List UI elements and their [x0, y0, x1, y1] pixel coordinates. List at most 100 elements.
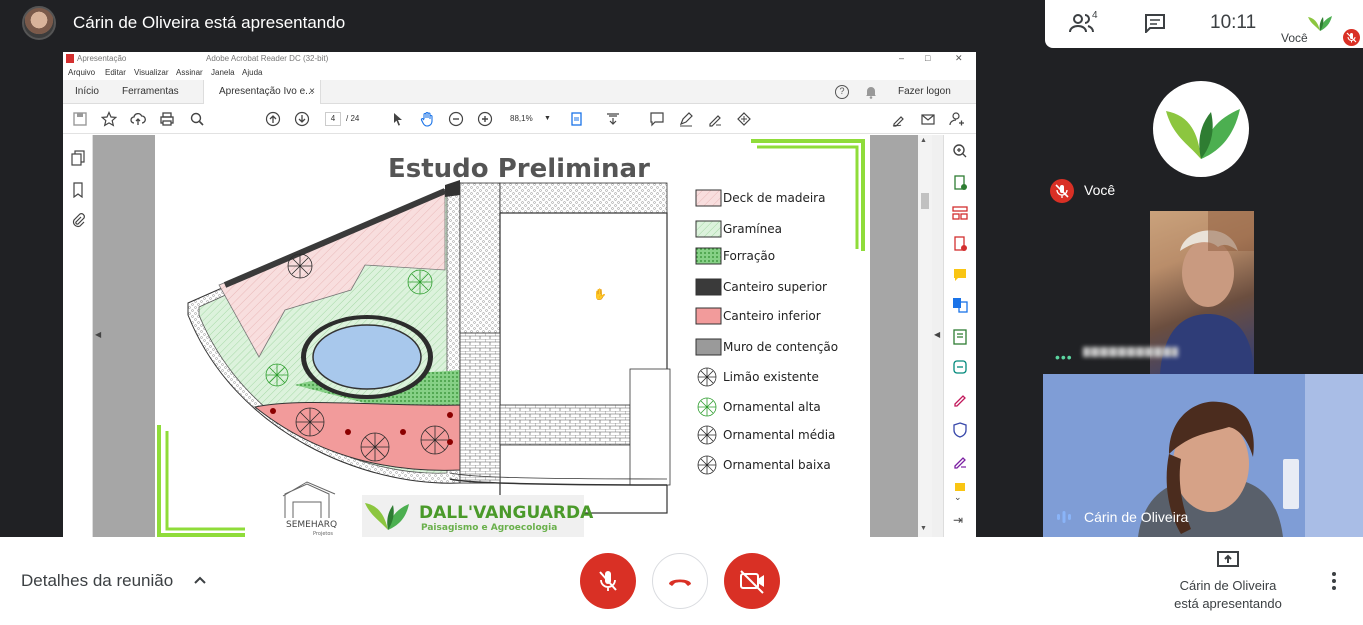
toggle-mic-button[interactable]: [580, 553, 636, 609]
minimize-button[interactable]: –: [899, 53, 904, 63]
site-plan-drawing: Estudo Preliminar ✋ Deck de madeiraGramí…: [157, 139, 865, 537]
chat-icon[interactable]: [1144, 13, 1166, 35]
stamp-icon[interactable]: [736, 111, 752, 127]
legend-swatch: [695, 189, 722, 207]
presenter-bar: Cárin de Oliveira está apresentando: [0, 0, 1040, 48]
select-cursor-icon[interactable]: [390, 111, 406, 127]
presenting-name: Cárin de Oliveira: [1179, 578, 1277, 593]
zoom-select[interactable]: 88,1% ▼: [505, 112, 551, 126]
pages-icon[interactable]: [71, 150, 85, 166]
presenter-avatar: [22, 6, 56, 40]
edit-pdf-icon[interactable]: [952, 329, 968, 345]
scan-icon[interactable]: [952, 359, 968, 375]
comment-icon[interactable]: [649, 111, 665, 127]
vertical-scrollbar[interactable]: ▲ ▼: [918, 135, 932, 537]
cloud-upload-icon[interactable]: [130, 111, 146, 127]
legend-tree-symbol: [697, 367, 717, 387]
zoom-out-icon[interactable]: [448, 111, 464, 127]
dallvanguarda-sub: Paisagismo e Agroecologia: [421, 523, 557, 533]
toggle-camera-button[interactable]: [724, 553, 780, 609]
tab-inicio[interactable]: Início: [75, 80, 99, 104]
present-screen-icon[interactable]: [1216, 550, 1240, 570]
tile-participant-3[interactable]: Cárin de Oliveira: [1043, 374, 1363, 537]
menu-arquivo[interactable]: Arquivo: [68, 68, 95, 77]
acrobat-menubar: Arquivo Editar Visualizar Assinar Janela…: [63, 66, 976, 79]
page-down-icon[interactable]: [294, 111, 310, 127]
star-icon[interactable]: [100, 111, 118, 127]
clock: 10:11: [1210, 12, 1257, 33]
login-button[interactable]: Fazer logon: [898, 80, 951, 104]
tile-participant-2[interactable]: •••: [1043, 211, 1363, 374]
cursor-hand-icon: ✋: [593, 288, 607, 301]
meeting-details-button[interactable]: Detalhes da reunião: [21, 571, 173, 591]
page-up-icon[interactable]: [265, 111, 281, 127]
chevron-up-icon[interactable]: [192, 572, 208, 588]
protect-icon[interactable]: [952, 422, 968, 438]
legend-label: Muro de contenção: [723, 340, 838, 354]
bell-icon[interactable]: [865, 85, 877, 99]
menu-editar[interactable]: Editar: [105, 68, 126, 77]
zoom-tool-icon[interactable]: [952, 143, 968, 159]
create-pdf-icon[interactable]: [952, 236, 968, 252]
sign-icon[interactable]: [891, 111, 907, 127]
legend-tree-symbol: [697, 397, 717, 417]
legend-label: Forração: [723, 249, 775, 263]
menu-janela[interactable]: Janela: [211, 68, 235, 77]
send-sign-icon[interactable]: [952, 453, 968, 469]
share-user-icon[interactable]: [949, 111, 965, 127]
dallvanguarda-name: DALL'VANGUARDA: [419, 503, 594, 523]
maximize-button[interactable]: □: [925, 53, 930, 63]
tab-document[interactable]: Apresentação Ivo e... ×: [203, 80, 321, 104]
scroll-thumb[interactable]: [921, 193, 929, 209]
menu-assinar[interactable]: Assinar: [176, 68, 203, 77]
legend-swatch: [695, 220, 722, 238]
close-window-button[interactable]: ✕: [955, 53, 963, 64]
menu-visualizar[interactable]: Visualizar: [134, 68, 169, 77]
scroll-mode-icon[interactable]: [605, 111, 621, 127]
mic-off-icon: [599, 571, 617, 591]
scroll-down-icon[interactable]: ▼: [920, 525, 927, 532]
tab-close-icon[interactable]: ×: [309, 80, 315, 104]
info-bar: 4 10:11 Você: [1045, 0, 1363, 48]
attachment-icon[interactable]: [71, 212, 85, 228]
participant-2-name-blurred: [1083, 347, 1178, 357]
collapse-right-icon[interactable]: ◀: [934, 330, 940, 339]
tab-ferramentas[interactable]: Ferramentas: [122, 80, 179, 104]
fit-page-icon[interactable]: [569, 111, 585, 127]
page-number-input[interactable]: 4: [325, 112, 341, 126]
acrobat-app-icon: [66, 54, 74, 63]
leave-call-button[interactable]: [652, 553, 708, 609]
organize-pages-icon[interactable]: [952, 205, 968, 221]
bookmark-icon[interactable]: [72, 182, 84, 199]
combine-files-icon[interactable]: [952, 297, 968, 313]
expand-pane-icon[interactable]: ⇥: [953, 513, 963, 527]
tile-self[interactable]: Você: [1043, 48, 1363, 211]
print-icon[interactable]: [159, 111, 175, 127]
draw-icon[interactable]: [707, 111, 723, 127]
highlight-pen-icon[interactable]: [678, 111, 694, 127]
mail-icon[interactable]: [920, 111, 936, 127]
pdf-page: Estudo Preliminar ✋ Deck de madeira Gram…: [155, 135, 870, 537]
zoom-search-icon[interactable]: [189, 111, 205, 127]
hand-tool-icon[interactable]: [419, 111, 435, 127]
comment-tool-icon[interactable]: [952, 267, 968, 283]
export-pdf-icon[interactable]: [952, 175, 968, 191]
semeharq-name: SEMEHARQ: [286, 520, 337, 530]
legend-label: Limão existente: [723, 370, 819, 384]
save-icon[interactable]: [72, 111, 88, 127]
self-name: Você: [1084, 182, 1116, 198]
collapse-left-icon[interactable]: ◀: [95, 330, 101, 339]
fill-sign-icon[interactable]: [952, 391, 968, 407]
scroll-up-icon[interactable]: ▲: [920, 137, 927, 144]
tools-chevron-down-icon[interactable]: ⌄: [954, 492, 962, 503]
zoom-in-icon[interactable]: [477, 111, 493, 127]
window-title-app: Adobe Acrobat Reader DC (32-bit): [206, 54, 329, 63]
more-options-button[interactable]: [1326, 571, 1342, 591]
legend-label: Deck de madeira: [723, 191, 825, 205]
legend-label: Ornamental média: [723, 428, 835, 442]
leaf-logo-icon: [1307, 14, 1333, 32]
speaking-wave-icon: [1055, 510, 1073, 524]
menu-ajuda[interactable]: Ajuda: [242, 68, 262, 77]
help-icon[interactable]: ?: [835, 85, 849, 99]
legend-swatch: [695, 307, 722, 325]
